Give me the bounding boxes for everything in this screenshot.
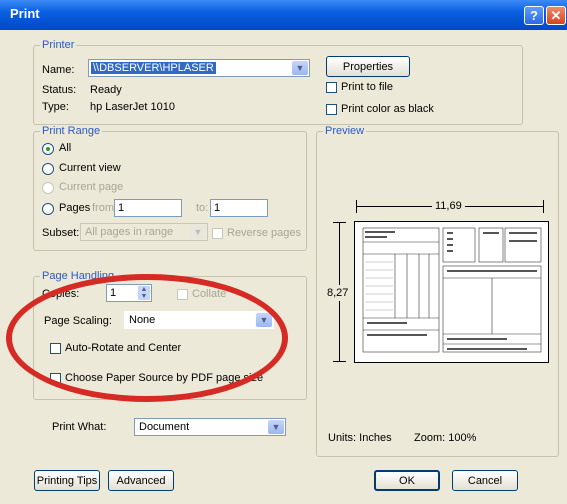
ok-label: OK bbox=[399, 474, 415, 487]
printer-name-value: \\DBSERVER\HPLASER bbox=[91, 62, 216, 74]
subset-select[interactable]: All pages in range ▼ bbox=[80, 223, 208, 241]
chevron-down-icon[interactable]: ▼ bbox=[256, 313, 272, 327]
properties-button-label: Properties bbox=[342, 60, 394, 73]
range-all-radio[interactable] bbox=[42, 143, 54, 155]
advanced-button[interactable]: Advanced bbox=[108, 470, 174, 491]
cancel-label: Cancel bbox=[467, 474, 503, 487]
page-scaling-select[interactable]: None ▼ bbox=[124, 311, 274, 329]
printer-type-label: Type: bbox=[42, 101, 69, 113]
print-to-file-label[interactable]: Print to file bbox=[341, 81, 393, 93]
print-to-file-checkbox[interactable] bbox=[326, 82, 337, 93]
preview-units: Units: Inches bbox=[328, 432, 392, 444]
range-pages-radio[interactable] bbox=[42, 203, 54, 215]
help-icon[interactable]: ? bbox=[524, 6, 544, 25]
range-to-label: to: bbox=[196, 202, 209, 214]
range-from-input[interactable]: 1 bbox=[114, 199, 182, 217]
spinner-icon[interactable]: ▲ ▼ bbox=[138, 286, 150, 300]
height-tick-top bbox=[333, 222, 346, 223]
width-tick-right bbox=[543, 200, 544, 213]
print-what-value: Document bbox=[139, 421, 190, 433]
choose-paper-source-label[interactable]: Choose Paper Source by PDF page size bbox=[65, 372, 263, 384]
document-thumbnail bbox=[362, 227, 542, 353]
collate-checkbox[interactable] bbox=[177, 289, 188, 300]
range-current-view-radio[interactable] bbox=[42, 163, 54, 175]
copies-input[interactable]: 1 ▲ ▼ bbox=[106, 284, 152, 302]
close-icon[interactable]: ✕ bbox=[546, 6, 566, 25]
range-current-page-label[interactable]: Current page bbox=[59, 181, 123, 193]
range-current-page-radio[interactable] bbox=[42, 182, 54, 194]
print-what-label: Print What: bbox=[52, 421, 107, 433]
properties-button[interactable]: Properties bbox=[326, 56, 410, 77]
width-dimension-label: 11,69 bbox=[432, 200, 465, 212]
reverse-pages-checkbox[interactable] bbox=[212, 228, 223, 239]
cancel-button[interactable]: Cancel bbox=[452, 470, 518, 491]
auto-rotate-checkbox[interactable] bbox=[50, 343, 61, 354]
range-all-label[interactable]: All bbox=[59, 142, 71, 154]
preview-zoom: Zoom: 100% bbox=[414, 432, 477, 444]
copies-label: Copies: bbox=[42, 288, 80, 300]
advanced-label: Advanced bbox=[116, 474, 166, 487]
height-tick-bottom bbox=[333, 361, 346, 362]
chevron-down-icon[interactable]: ▼ bbox=[292, 61, 308, 75]
printer-group-label: Printer bbox=[40, 39, 77, 51]
page-scaling-label: Page Scaling: bbox=[44, 315, 112, 327]
page-handling-group-label: Page Handling bbox=[40, 270, 117, 282]
window-title: Print bbox=[10, 6, 40, 21]
collate-label[interactable]: Collate bbox=[192, 288, 226, 300]
title-bar[interactable]: Print ? ✕ bbox=[0, 0, 567, 30]
page-scaling-value: None bbox=[129, 314, 156, 326]
ok-button[interactable]: OK bbox=[374, 470, 440, 491]
printing-tips-label: Printing Tips bbox=[36, 474, 98, 487]
print-range-group-label: Print Range bbox=[40, 125, 103, 137]
print-color-as-black-label[interactable]: Print color as black bbox=[341, 103, 434, 115]
reverse-pages-label[interactable]: Reverse pages bbox=[227, 227, 301, 239]
subset-label: Subset: bbox=[42, 227, 80, 239]
printer-status-label: Status: bbox=[42, 84, 77, 96]
chevron-down-icon[interactable]: ▼ bbox=[268, 420, 284, 434]
print-dialog: Print ? ✕ Printer Name: \\DBSERVER\HPLAS… bbox=[0, 0, 567, 504]
range-current-view-label[interactable]: Current view bbox=[59, 162, 121, 174]
printer-name-label: Name: bbox=[42, 64, 75, 76]
preview-page bbox=[354, 221, 549, 363]
printer-type-value: hp LaserJet 1010 bbox=[90, 101, 176, 113]
width-tick-left bbox=[356, 200, 357, 213]
printer-status-value: Ready bbox=[90, 84, 122, 96]
copies-value: 1 bbox=[110, 287, 117, 299]
range-pages-label[interactable]: Pages bbox=[59, 202, 90, 214]
print-color-as-black-checkbox[interactable] bbox=[326, 104, 337, 115]
chevron-down-icon[interactable]: ▼ bbox=[190, 225, 206, 239]
printing-tips-button[interactable]: Printing Tips bbox=[34, 470, 100, 491]
auto-rotate-label[interactable]: Auto-Rotate and Center bbox=[65, 342, 181, 354]
height-dimension-label: 8,27 bbox=[327, 285, 349, 301]
range-to-input[interactable]: 1 bbox=[210, 199, 268, 217]
print-what-select[interactable]: Document ▼ bbox=[134, 418, 286, 436]
subset-value: All pages in range bbox=[85, 226, 174, 238]
preview-group-label: Preview bbox=[323, 125, 367, 137]
printer-name-select[interactable]: \\DBSERVER\HPLASER ▼ bbox=[88, 59, 310, 77]
choose-paper-source-checkbox[interactable] bbox=[50, 373, 61, 384]
